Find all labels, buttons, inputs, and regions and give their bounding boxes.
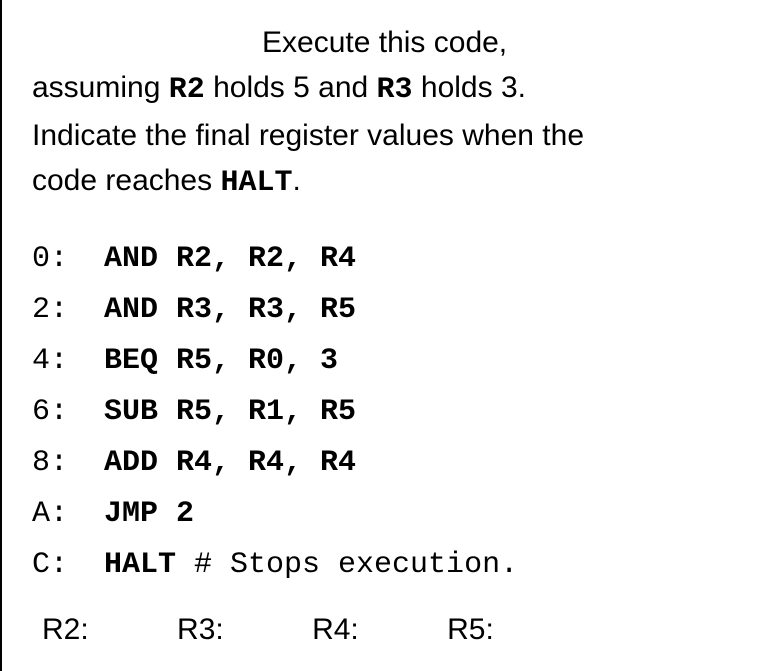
register-r3: R3: [377, 73, 413, 107]
code-instr: BEQ R5, R0, 3: [104, 344, 338, 378]
code-instr: HALT: [104, 548, 176, 582]
code-line: 6:SUB R5, R1, R5: [32, 387, 735, 438]
code-line: 8:ADD R4, R4, R4: [32, 438, 735, 489]
prompt-line4a: code reaches: [32, 164, 220, 197]
code-addr: C:: [32, 540, 104, 591]
code-addr: 8:: [32, 438, 104, 489]
code-addr: A:: [32, 489, 104, 540]
code-addr: 4:: [32, 336, 104, 387]
code-instr: AND R2, R2, R4: [104, 242, 356, 276]
code-addr: 2:: [32, 285, 104, 336]
answer-r3-label: R3:: [177, 613, 224, 647]
register-r2: R2: [169, 73, 205, 107]
question-prompt: Execute this code, assuming R2 holds 5 a…: [32, 20, 735, 206]
answer-row: R2: R3: R4: R5:: [32, 613, 735, 647]
answer-r5-label: R5:: [447, 613, 494, 647]
code-line: 4:BEQ R5, R0, 3: [32, 336, 735, 387]
halt-ref: HALT: [220, 166, 292, 200]
code-line: 0:AND R2, R2, R4: [32, 234, 735, 285]
assembly-code-block: 0:AND R2, R2, R4 2:AND R3, R3, R5 4:BEQ …: [32, 234, 735, 591]
code-line: A:JMP 2: [32, 489, 735, 540]
answer-r2-label: R2:: [42, 613, 89, 647]
prompt-line2a: assuming: [32, 71, 169, 104]
code-comment: # Stops execution.: [176, 548, 518, 582]
code-instr: ADD R4, R4, R4: [104, 446, 356, 480]
prompt-line2c: holds 3.: [413, 71, 526, 104]
code-instr: AND R3, R3, R5: [104, 293, 356, 327]
prompt-line1: Execute this code,: [262, 26, 507, 59]
code-line: C:HALT # Stops execution.: [32, 540, 735, 591]
prompt-line2b: holds 5 and: [205, 71, 377, 104]
code-addr: 0:: [32, 234, 104, 285]
code-line: 2:AND R3, R3, R5: [32, 285, 735, 336]
answer-r4-label: R4:: [312, 613, 359, 647]
prompt-line3: Indicate the final register values when …: [32, 119, 584, 152]
code-instr: JMP 2: [104, 497, 194, 531]
code-instr: SUB R5, R1, R5: [104, 395, 356, 429]
code-addr: 6:: [32, 387, 104, 438]
prompt-line4b: .: [292, 164, 300, 197]
